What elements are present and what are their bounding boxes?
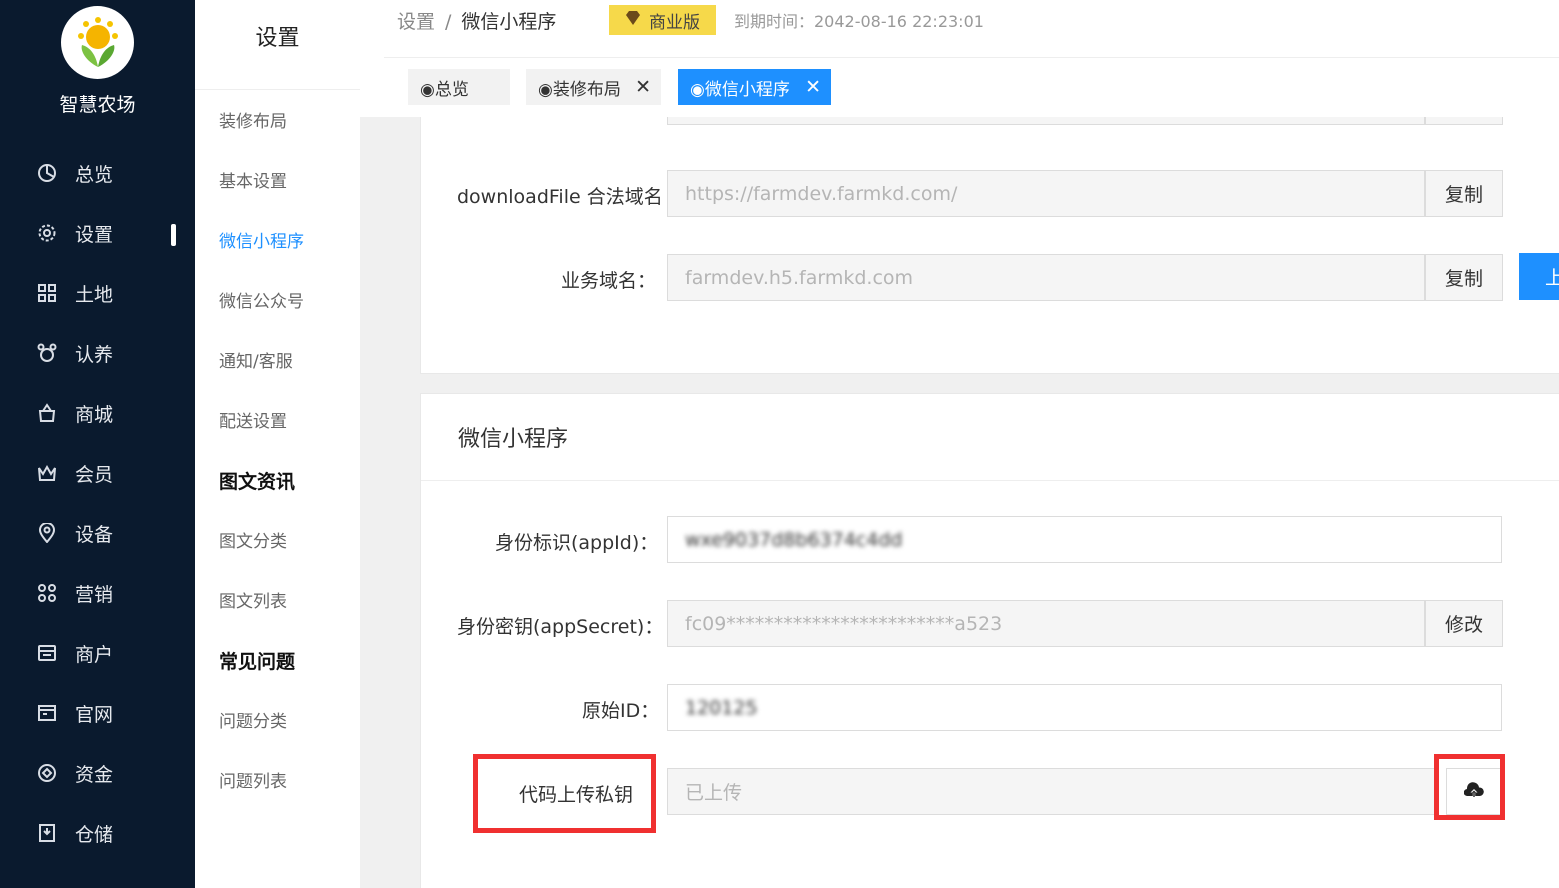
nav-item-settings[interactable]: 设置 <box>0 213 195 253</box>
subnav-item-miniprogram[interactable]: 微信小程序 <box>219 227 304 252</box>
nav-item-member[interactable]: 会员 <box>0 453 195 493</box>
appsecret-label: 身份密钥(appSecret)： <box>457 616 664 638</box>
highlight-box-label <box>473 754 656 833</box>
origin-id-field[interactable]: 120125 <box>667 684 1502 731</box>
main-content: downloadFile 合法域名 https://farmdev.farmkd… <box>384 117 1559 888</box>
divider <box>384 57 1559 58</box>
subnav-item-news-list[interactable]: 图文列表 <box>219 587 287 612</box>
nav-item-warehouse[interactable]: 仓储 <box>0 813 195 853</box>
partial-copy-button[interactable] <box>1425 117 1503 125</box>
tab-layout[interactable]: ◉装修布局 ✕ <box>526 69 661 105</box>
store-icon <box>37 643 57 663</box>
origin-id-label: 原始ID： <box>582 700 660 722</box>
tab-overview[interactable]: ◉总览 <box>408 69 510 105</box>
breadcrumb: 设置 / 微信小程序 <box>397 7 556 34</box>
nav-item-merchant[interactable]: 商户 <box>0 633 195 673</box>
nav-item-device[interactable]: 设备 <box>0 513 195 553</box>
business-domain-field[interactable]: farmdev.h5.farmkd.com <box>667 254 1425 301</box>
download-domain-field[interactable]: https://farmdev.farmkd.com/ <box>667 170 1425 217</box>
business-domain-label: 业务域名： <box>561 270 657 292</box>
download-domain-label: downloadFile 合法域名 <box>457 186 663 208</box>
breadcrumb-separator: / <box>445 11 452 33</box>
subnav-item-official-account[interactable]: 微信公众号 <box>219 287 304 312</box>
diamond-icon <box>625 10 641 30</box>
breadcrumb-current: 微信小程序 <box>461 11 557 33</box>
expire-time: 到期时间：2042-08-16 22:23:01 <box>734 12 984 31</box>
edition-badge: 商业版 <box>609 5 716 35</box>
nav-label: 设备 <box>75 523 114 546</box>
nav-item-fund[interactable]: 资金 <box>0 753 195 793</box>
appsecret-field[interactable]: fc09************************a523 <box>667 600 1425 647</box>
upload-key-field[interactable]: 已上传 <box>667 768 1435 815</box>
edit-secret-button[interactable]: 修改 <box>1425 600 1503 647</box>
top-header: 设置 / 微信小程序 商业版 到期时间：2042-08-16 22:23:01 ◉总… <box>384 0 1559 117</box>
nav-label: 官网 <box>75 703 114 726</box>
nav-label: 营销 <box>75 583 114 606</box>
grid-icon <box>37 283 57 303</box>
copy-button[interactable]: 复制 <box>1425 254 1503 301</box>
nav-label: 资金 <box>75 763 114 786</box>
domains-card: downloadFile 合法域名 https://farmdev.farmkd… <box>420 117 1559 374</box>
subnav-item-notify[interactable]: 通知/客服 <box>219 347 293 372</box>
website-icon <box>37 703 57 723</box>
subnav-item-news-category[interactable]: 图文分类 <box>219 527 287 552</box>
adopt-icon <box>37 343 57 363</box>
nav-label: 总览 <box>75 163 114 186</box>
tab-label: ◉总览 <box>420 79 469 100</box>
appid-value: wxe9037d8b6374c4dd <box>685 528 903 551</box>
nav-label: 设置 <box>75 223 114 246</box>
nav-label: 会员 <box>75 463 114 486</box>
nav-label: 商户 <box>75 643 114 666</box>
nav-item-adopt[interactable]: 认养 <box>0 333 195 373</box>
divider <box>421 480 1559 481</box>
appid-label: 身份标识(appId)： <box>495 532 659 554</box>
gear-icon <box>37 223 57 243</box>
nav-item-overview[interactable]: 总览 <box>0 153 195 193</box>
location-pin-icon <box>37 523 57 543</box>
edition-label: 商业版 <box>649 12 700 33</box>
fund-icon <box>37 763 57 783</box>
tab-label: ◉装修布局 <box>538 79 621 100</box>
nav-label: 商城 <box>75 403 114 426</box>
marketing-icon <box>37 583 57 603</box>
tab-miniprogram[interactable]: ◉微信小程序 ✕ <box>678 69 831 105</box>
divider <box>195 89 360 90</box>
nav-item-website[interactable]: 官网 <box>0 693 195 733</box>
settings-subnav: 设置 装修布局 基本设置 微信小程序 微信公众号 通知/客服 配送设置 图文资讯… <box>195 0 360 888</box>
appid-field[interactable]: wxe9037d8b6374c4dd <box>667 516 1502 563</box>
close-icon[interactable]: ✕ <box>635 76 651 98</box>
subnav-title: 设置 <box>255 26 300 51</box>
breadcrumb-root[interactable]: 设置 <box>397 11 435 33</box>
active-indicator <box>171 224 176 246</box>
subnav-item-layout[interactable]: 装修布局 <box>219 107 287 132</box>
copy-button[interactable]: 复制 <box>1425 170 1503 217</box>
subnav-item-basic[interactable]: 基本设置 <box>219 167 287 192</box>
nav-label: 认养 <box>75 343 114 366</box>
crown-icon <box>37 463 57 483</box>
subnav-item-delivery[interactable]: 配送设置 <box>219 407 287 432</box>
farm-logo <box>61 6 134 79</box>
partial-domain-field[interactable] <box>667 117 1425 125</box>
subnav-item-faq-category[interactable]: 问题分类 <box>219 707 287 732</box>
subnav-section-news: 图文资讯 <box>219 471 296 493</box>
dashboard-icon <box>37 163 57 183</box>
nav-label: 仓储 <box>75 823 114 846</box>
origin-id-value: 120125 <box>685 696 758 719</box>
nav-item-shop[interactable]: 商城 <box>0 393 195 433</box>
upload-button[interactable]: 上 <box>1519 253 1559 300</box>
nav-item-marketing[interactable]: 营销 <box>0 573 195 613</box>
brand-name: 智慧农场 <box>59 94 136 116</box>
warehouse-icon <box>37 823 57 843</box>
subnav-section-faq: 常见问题 <box>219 651 296 673</box>
tab-label: ◉微信小程序 <box>690 79 790 100</box>
subnav-item-faq-list[interactable]: 问题列表 <box>219 767 287 792</box>
shop-icon <box>37 403 57 423</box>
gutter <box>360 117 384 888</box>
main-sidebar: 智慧农场 总览 设置 土地 认养 商城 会员 设备 营销 商户 官网 资金 仓储 <box>0 0 195 888</box>
nav-item-land[interactable]: 土地 <box>0 273 195 313</box>
card-title: 微信小程序 <box>458 427 569 452</box>
close-icon[interactable]: ✕ <box>805 76 821 98</box>
nav-label: 土地 <box>75 283 114 306</box>
highlight-box-upload <box>1434 754 1505 820</box>
